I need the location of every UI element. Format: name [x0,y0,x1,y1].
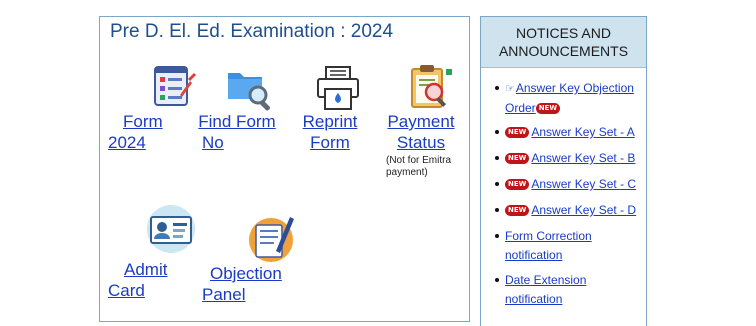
exam-panel: Pre D. El. Ed. Examination : 2024 Form 2… [99,16,470,322]
admit-card-link-line2[interactable]: Card [108,280,198,301]
bullet [495,234,499,238]
notice-item[interactable]: Form Correction notification [495,227,645,265]
objection-panel-link[interactable]: Objection [200,263,296,284]
printer-icon[interactable] [316,65,360,111]
notice-link-objection-order[interactable]: Answer Key Objection Order [505,81,634,115]
page-title: Pre D. El. Ed. Examination : 2024 [110,21,394,42]
admit-card-link[interactable]: Admit [108,259,198,280]
objection-panel-link-line2[interactable]: Panel [200,284,296,305]
bullet [495,278,499,282]
document-pen-icon[interactable] [246,213,298,263]
folder-search-icon[interactable] [226,65,276,111]
notice-link-set-a[interactable]: Answer Key Set - A [531,125,634,139]
notice-item[interactable]: ☞Answer Key Objection Order NEW [495,79,645,118]
tile-find-form-no[interactable]: Find Form No [192,111,282,153]
reprint-form-link-line2[interactable]: Form [284,132,376,153]
reprint-form-link[interactable]: Reprint [284,111,376,132]
notice-link-form-correction[interactable]: Form Correction notification [505,229,592,262]
find-form-no-link-line2[interactable]: No [192,132,282,153]
notice-item[interactable]: NEW Answer Key Set - D [495,201,645,220]
tile-reprint-form[interactable]: Reprint Form [284,111,376,153]
notice-item[interactable]: NEW Answer Key Set - B [495,149,645,168]
clipboard-search-icon[interactable] [408,63,454,111]
tile-admit-card[interactable]: Admit Card [108,259,198,301]
id-card-icon[interactable] [146,203,196,255]
payment-note: (Not for Emitra payment) [386,155,452,178]
new-badge-icon: NEW [505,205,530,217]
notice-link-set-d[interactable]: Answer Key Set - D [531,203,636,217]
payment-status-link[interactable]: Payment [376,111,466,132]
pointing-hand-icon: ☞ [505,83,515,95]
bullet [495,86,499,90]
notices-header-line1: NOTICES AND [516,25,611,41]
tile-objection-panel[interactable]: Objection Panel [200,263,296,305]
bullet [495,156,499,160]
bullet [495,208,499,212]
notices-header: NOTICES AND ANNOUNCEMENTS [481,17,646,68]
new-badge-icon: NEW [505,153,530,165]
notices-panel: NOTICES AND ANNOUNCEMENTS ☞Answer Key Ob… [480,16,647,326]
notices-header-line2: ANNOUNCEMENTS [498,43,629,59]
form-2024-link-line2[interactable]: 2024 [108,132,198,153]
notice-item[interactable]: Date Extension notification [495,271,645,309]
notice-item[interactable]: NEW Answer Key Set - A [495,123,645,142]
notice-link-set-b[interactable]: Answer Key Set - B [531,151,635,165]
new-badge-icon: NEW [505,127,530,139]
bullet [495,130,499,134]
notice-item[interactable]: NEW Answer Key Set - C [495,175,645,194]
bullet [495,182,499,186]
form-2024-link[interactable]: Form [108,111,198,132]
payment-status-link-line2[interactable]: Status [376,132,466,153]
find-form-no-link[interactable]: Find Form [192,111,282,132]
tile-form-2024[interactable]: Form 2024 [108,111,198,153]
form-checklist-icon[interactable] [152,65,196,109]
new-badge-icon: NEW [505,179,530,191]
notice-link-date-extension[interactable]: Date Extension notification [505,273,586,306]
new-badge-icon: NEW [535,103,561,115]
notice-link-set-c[interactable]: Answer Key Set - C [531,177,636,191]
tile-payment-status[interactable]: Payment Status (Not for Emitra payment) [376,111,466,179]
